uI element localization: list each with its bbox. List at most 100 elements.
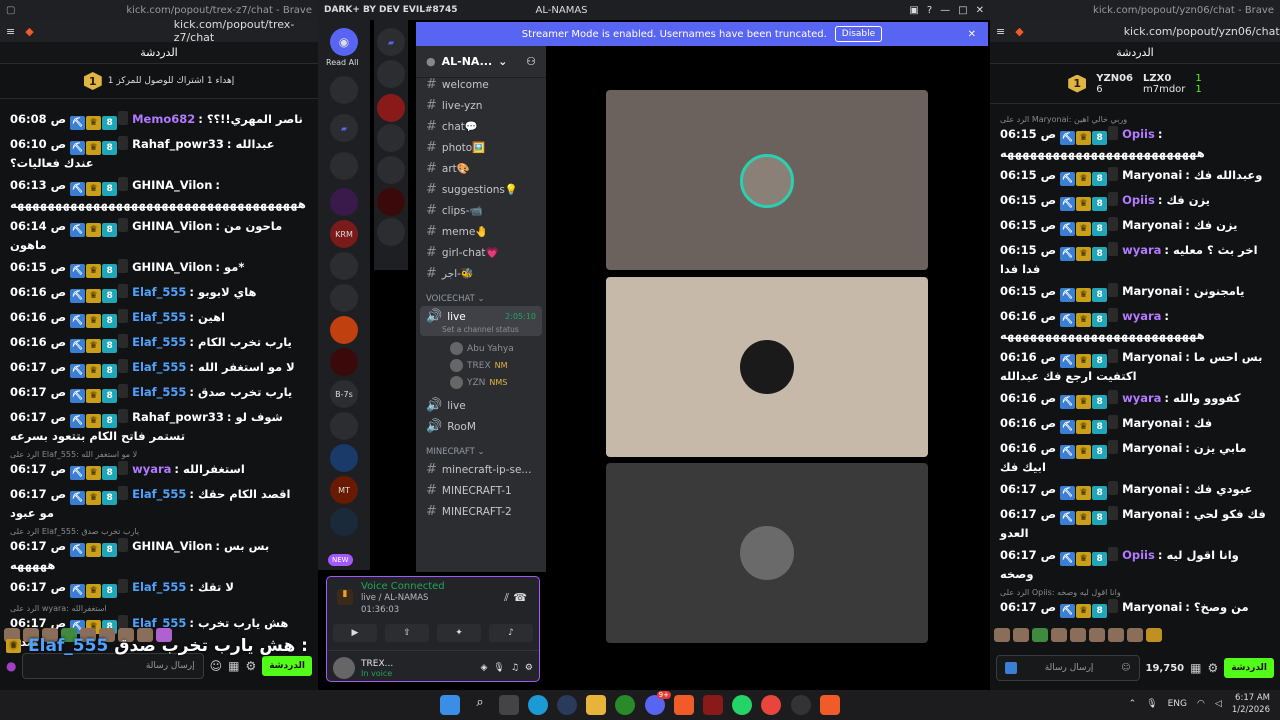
noise-suppression-icon[interactable]: ⫽ — [504, 591, 509, 605]
maximize-icon[interactable]: □ — [958, 5, 967, 16]
message-username[interactable]: GHINA_Vilon — [132, 178, 212, 192]
channel-item[interactable]: # chat💬 — [416, 116, 546, 137]
language-label[interactable]: ENG — [1168, 699, 1187, 709]
message-username[interactable]: wyara — [132, 462, 171, 476]
message-username[interactable]: GHINA_Vilon — [132, 219, 212, 233]
gift-icon[interactable]: ▦ — [228, 659, 239, 673]
message-username[interactable]: Rahaf_powr33 — [132, 137, 224, 151]
channel-item[interactable]: # MINECRAFT-2 — [416, 501, 546, 522]
server-icon[interactable] — [330, 152, 358, 180]
message-username[interactable]: Opiis — [1122, 548, 1155, 562]
brave-shield-icon[interactable]: ◆ — [1015, 25, 1023, 38]
chat-message[interactable]: 06:16 ص ⛏ ♛ 8 Elaf_555: اهين — [10, 309, 308, 328]
chat-message[interactable]: 06:16 ص ⛏ ♛ 8 Maryonai: فك — [1000, 415, 1270, 434]
server-icon[interactable] — [377, 124, 405, 152]
message-username[interactable]: wyara — [1122, 243, 1161, 257]
message-username[interactable]: Rahaf_powr33 — [132, 410, 224, 424]
message-username[interactable]: Elaf_555 — [132, 360, 186, 374]
message-username[interactable]: GHINA_Vilon — [132, 539, 212, 553]
channel-item[interactable]: 🔊 RooM — [416, 416, 546, 437]
server-icon[interactable] — [377, 94, 405, 122]
chat-message[interactable]: 06:15 ص ⛏ ♛ 8 Maryonai: وعبدالله فك — [1000, 167, 1270, 186]
reply-reference[interactable]: الرد على wyara: استغفرالله — [10, 604, 308, 613]
chat-message[interactable]: 06:17 ص ⛏ ♛ 8 Maryonai: فك فكو لحي العدو — [1000, 506, 1270, 541]
live-voice-channel[interactable]: 🔊 live 2:05:10 Set a channel status — [420, 306, 542, 336]
discord-home-icon[interactable]: ◉ — [330, 28, 358, 56]
chrome-icon[interactable] — [761, 695, 781, 715]
channel-item[interactable]: # meme🤚 — [416, 221, 546, 242]
emote-icon[interactable] — [994, 628, 1010, 642]
server-icon[interactable] — [330, 444, 358, 472]
server-icon[interactable] — [330, 316, 358, 344]
emote-row[interactable] — [994, 628, 1162, 642]
emote-icon[interactable] — [1089, 628, 1105, 642]
channel-status[interactable]: Set a channel status — [420, 325, 542, 334]
message-username[interactable]: Maryonai — [1122, 507, 1182, 521]
new-badge[interactable]: NEW — [328, 554, 353, 566]
chat-message[interactable]: 06:15 ص ⛏ ♛ 8 wyara: اخر بث ؟ معليه فدا فدا — [1000, 242, 1270, 277]
chat-message[interactable]: 06:15 ص ⛏ ♛ 8 Opiis: ههههههههههههههههههههههه… — [1000, 126, 1270, 161]
channel-item[interactable]: # live-yzn — [416, 95, 546, 116]
emoji-icon[interactable]: ☺ — [210, 659, 223, 673]
chat-message[interactable]: 06:17 ص ⛏ ♛ 8 Elaf_555: اقصد الكام حقك مو عب… — [10, 486, 308, 521]
message-username[interactable]: Elaf_555 — [132, 580, 186, 594]
message-username[interactable]: Maryonai — [1122, 350, 1182, 364]
reply-reference[interactable]: الرد على Elaf_555: يارب تخرب صدق — [10, 527, 308, 536]
server-icon[interactable] — [330, 348, 358, 376]
message-username[interactable]: Maryonai — [1122, 284, 1182, 298]
message-username[interactable]: Maryonai — [1122, 441, 1182, 455]
emote-icon[interactable] — [1032, 628, 1048, 642]
message-username[interactable]: Elaf_555 — [132, 335, 186, 349]
server-icon[interactable] — [377, 156, 405, 184]
channel-item[interactable]: # girl-chat💗 — [416, 242, 546, 263]
activity-icon[interactable]: ✦ — [437, 624, 481, 642]
chat-message[interactable]: 06:14 ص ⛏ ♛ 8 GHINA_Vilon: ماحون من ماهون — [10, 218, 308, 253]
folder-icon[interactable]: ▰ — [377, 28, 405, 56]
message-username[interactable]: Memo682 — [132, 112, 195, 126]
url-text[interactable]: kick.com/popout/trex-z7/chat — [174, 18, 312, 44]
settings-icon[interactable]: ⚙ — [245, 659, 256, 673]
edge-icon[interactable] — [528, 695, 548, 715]
menu-icon[interactable]: ≡ — [996, 25, 1005, 38]
message-username[interactable]: Elaf_555 — [132, 487, 186, 501]
message-username[interactable]: Maryonai — [1122, 416, 1182, 430]
add-member-icon[interactable]: ⚇ — [526, 55, 536, 68]
emote-icon[interactable] — [1146, 628, 1162, 642]
inbox-icon[interactable]: ▣ — [909, 5, 918, 16]
chat-input[interactable]: إرسال رسالة ☺ — [996, 655, 1140, 681]
disable-button[interactable]: Disable — [834, 26, 883, 42]
disconnect-icon[interactable]: ☎ — [513, 591, 527, 604]
emote-icon[interactable] — [1127, 628, 1143, 642]
category-voicechat[interactable]: VOICECHAT ⌄ — [416, 284, 546, 306]
video-tile[interactable] — [606, 277, 928, 457]
chat-message[interactable]: 06:16 ص ⛏ ♛ 8 Elaf_555: يارب تخرب الكام — [10, 334, 308, 353]
channel-item[interactable]: # welcome — [416, 74, 546, 95]
xbox-icon[interactable] — [615, 695, 635, 715]
emote-icon[interactable] — [1070, 628, 1086, 642]
server-icon[interactable] — [377, 218, 405, 246]
channel-item[interactable]: # MINECRAFT-1 — [416, 480, 546, 501]
gamepad-icon[interactable]: ◈ — [480, 663, 487, 673]
video-tile[interactable] — [606, 463, 928, 643]
points-value[interactable]: 19,750 — [1146, 663, 1185, 674]
emote-icon[interactable] — [1051, 628, 1067, 642]
camera-icon[interactable]: ▶ — [333, 624, 377, 642]
chat-message[interactable]: 06:16 ص ⛏ ♛ 8 Maryonai: مابي يزن ابيك فك — [1000, 440, 1270, 475]
message-username[interactable]: wyara — [1122, 309, 1161, 323]
message-username[interactable]: wyara — [1122, 391, 1161, 405]
obs-icon[interactable] — [791, 695, 811, 715]
chat-message[interactable]: 06:17 ص ⛏ ♛ 8 Elaf_555: يارب تخرب صدق — [10, 384, 308, 403]
chat-send-button[interactable]: الدردشة — [262, 656, 312, 676]
category-minecraft[interactable]: MINECRAFT ⌄ — [416, 437, 546, 459]
help-icon[interactable]: ? — [927, 5, 932, 16]
headset-icon[interactable]: ♫ — [511, 663, 519, 673]
signal-icon[interactable]: ▮ — [337, 589, 353, 605]
screen-share-icon[interactable]: ⇧ — [385, 624, 429, 642]
chat-message[interactable]: 06:16 ص ⛏ ♛ 8 Maryonai: بس احس ما اكتفيت ارج… — [1000, 349, 1270, 384]
emote-icon[interactable] — [1005, 662, 1017, 674]
chat-send-button[interactable]: الدردشة — [1224, 658, 1274, 678]
settings-icon[interactable]: ⚙ — [525, 663, 533, 673]
video-tile[interactable] — [606, 90, 928, 270]
voice-user[interactable]: Abu Yahya — [416, 340, 546, 357]
channel-item[interactable]: # اجر-🐝 — [416, 263, 546, 284]
